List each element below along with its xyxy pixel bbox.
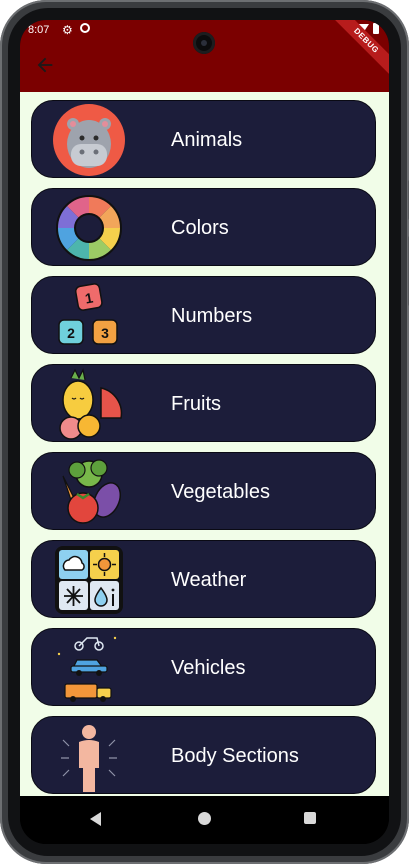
category-label: Vegetables bbox=[171, 481, 270, 503]
hippo-icon bbox=[53, 104, 125, 176]
nav-recents-icon[interactable] bbox=[304, 812, 316, 824]
svg-text:2: 2 bbox=[67, 325, 75, 341]
category-card-body-sections[interactable]: Body Sections bbox=[31, 716, 376, 794]
vegetables-icon bbox=[62, 459, 122, 524]
vehicles-icon bbox=[57, 636, 117, 702]
nav-home-icon[interactable] bbox=[198, 812, 211, 825]
gear-icon: ⚙ bbox=[62, 23, 73, 37]
nav-back-icon[interactable] bbox=[90, 812, 101, 826]
category-label: Colors bbox=[171, 217, 229, 239]
human-body-icon bbox=[61, 725, 117, 792]
system-nav-bar bbox=[20, 796, 389, 844]
fruits-icon bbox=[59, 368, 123, 440]
category-list: Animals Colors 1 2 3 Numbers Fruits Vege… bbox=[20, 92, 389, 796]
category-card-colors[interactable]: Colors bbox=[31, 188, 376, 266]
arrow-left-icon[interactable] bbox=[34, 54, 56, 76]
app-bar: 8:07 ⚙ DEBUG bbox=[20, 20, 389, 92]
number-blocks-icon: 1 2 3 bbox=[58, 283, 118, 345]
category-card-animals[interactable]: Animals bbox=[31, 100, 376, 178]
category-label: Animals bbox=[171, 129, 243, 151]
category-label: Vehicles bbox=[171, 657, 246, 679]
category-card-vegetables[interactable]: Vegetables bbox=[31, 452, 376, 530]
category-label: Numbers bbox=[171, 305, 253, 327]
color-wheel-icon bbox=[56, 195, 122, 261]
category-card-weather[interactable]: Weather bbox=[31, 540, 376, 618]
sync-icon bbox=[80, 23, 90, 33]
phone-frame: 8:07 ⚙ DEBUG Animals Colors 1 2 3 Number… bbox=[0, 0, 409, 864]
screen: 8:07 ⚙ DEBUG Animals Colors 1 2 3 Number… bbox=[20, 20, 389, 844]
category-label: Body Sections bbox=[171, 745, 299, 767]
category-card-vehicles[interactable]: Vehicles bbox=[31, 628, 376, 706]
svg-text:3: 3 bbox=[101, 325, 109, 341]
category-card-numbers[interactable]: 1 2 3 Numbers bbox=[31, 276, 376, 354]
category-label: Fruits bbox=[171, 393, 221, 415]
weather-icon bbox=[55, 546, 123, 614]
category-label: Weather bbox=[171, 569, 247, 591]
front-camera bbox=[193, 32, 215, 54]
status-time: 8:07 bbox=[28, 24, 50, 36]
battery-icon bbox=[373, 23, 379, 34]
category-card-fruits[interactable]: Fruits bbox=[31, 364, 376, 442]
